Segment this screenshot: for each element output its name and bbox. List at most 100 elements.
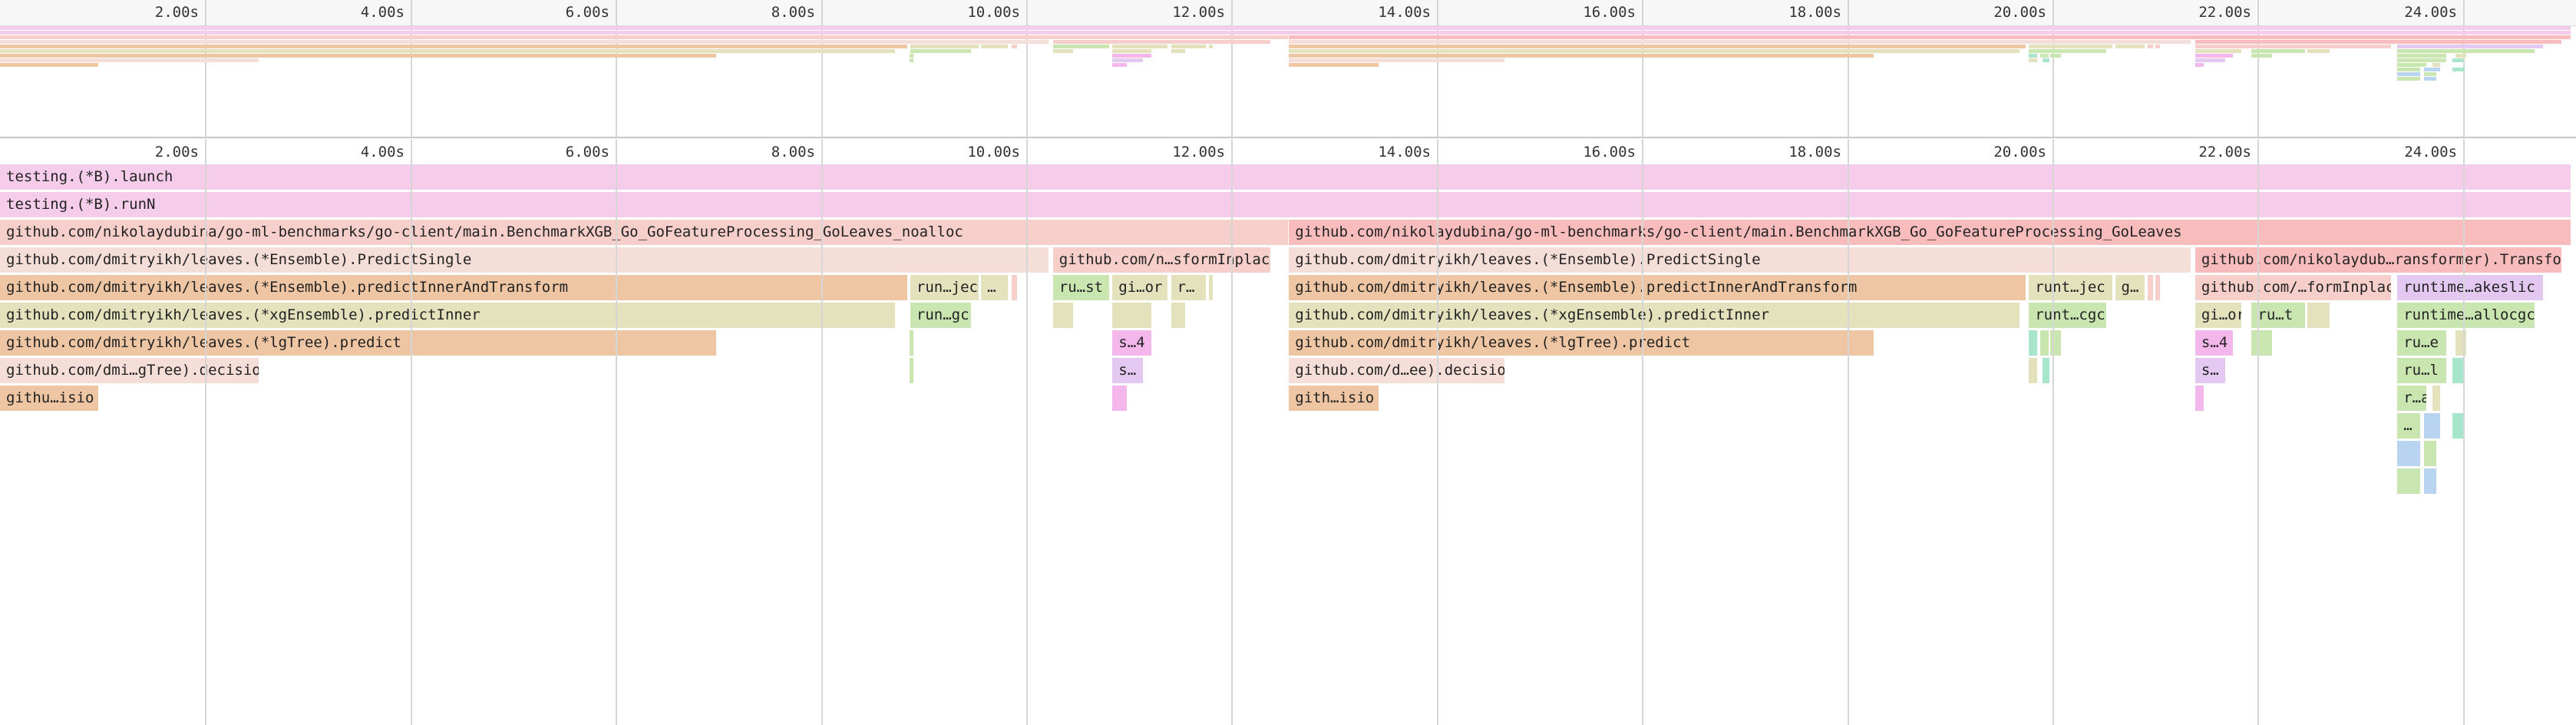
flame-frame[interactable]: s…4 (1112, 330, 1152, 356)
flame-frame[interactable]: s… (2195, 358, 2225, 383)
flame-frame[interactable] (2195, 386, 2204, 411)
flame-frame[interactable]: github.com/nikolaydub…ransformer).Transf… (2195, 247, 2562, 273)
flame-frame[interactable] (2423, 413, 2441, 439)
main-tick-label: 22.00s (2198, 144, 2251, 161)
flame-frame[interactable]: runtime…akeslic (2397, 275, 2544, 300)
overview-frame (2397, 72, 2420, 76)
flame-frame[interactable]: testing.(*B).launch (0, 164, 2571, 190)
main-gridline (1848, 139, 1849, 725)
flame-frame[interactable]: … (981, 275, 1008, 300)
flame-frame[interactable]: github.com/dmitryikh/leaves.(*lgTree).pr… (1289, 330, 1874, 356)
flame-frame[interactable] (1112, 303, 1152, 328)
flame-frame[interactable]: github.com/d…ee).decisio (1289, 358, 1505, 383)
flame-frame[interactable]: testing.(*B).runN (0, 192, 2571, 217)
overview-frame (0, 54, 717, 58)
overview-frame (1112, 58, 1144, 62)
overview-gridline (2053, 0, 2054, 137)
flame-frame[interactable]: gi…or (2195, 303, 2241, 328)
flame-frame[interactable]: gith…isio (1289, 386, 1379, 411)
flame-frame-label: ru…t (2257, 306, 2294, 323)
flame-frame[interactable] (2423, 468, 2437, 494)
flame-frame[interactable] (1052, 303, 1074, 328)
flame-frame[interactable]: github.com/dmitryikh/leaves.(*Ensemble).… (0, 275, 907, 300)
flame-frame[interactable] (2423, 441, 2437, 466)
overview-tick-label: 18.00s (1788, 4, 1841, 21)
overview-frame (1012, 45, 1017, 48)
flame-frame[interactable]: github.com/n…sformInplac (1052, 247, 1271, 273)
flame-frame[interactable]: github.com/dmitryikh/leaves.(*Ensemble).… (1289, 275, 2026, 300)
flame-frame[interactable] (2397, 441, 2420, 466)
main-gridline (2053, 139, 2054, 725)
flame-frame[interactable] (2155, 275, 2161, 300)
flame-frame[interactable] (2397, 468, 2420, 494)
flame-frame[interactable]: github.com/…formInplac (2195, 275, 2392, 300)
overview-frame (2029, 54, 2037, 58)
overview-frame (1171, 49, 1186, 53)
flame-frame[interactable]: ru…e (2397, 330, 2447, 356)
flame-frame[interactable]: ru…st (1052, 275, 1110, 300)
main-time-ruler: 2.00s 4.00s 6.00s 8.00s 10.00s 12.00s 14.00s 16… (0, 139, 2576, 162)
overview-minimap[interactable]: 2.00s 4.00s 6.00s 8.00s 10.00s 12.00s 14.00s 16… (0, 0, 2576, 138)
flame-frame[interactable]: run…jec (910, 275, 979, 300)
flame-frame[interactable]: github.com/dmitryikh/leaves.(*Ensemble).… (0, 247, 1049, 273)
overview-frame (909, 58, 913, 62)
flame-frame[interactable]: run…gc (910, 303, 971, 328)
flame-frame[interactable]: runt…cgc (2029, 303, 2106, 328)
main-gridline (616, 139, 617, 725)
overview-frame (1289, 45, 2026, 48)
flame-frame[interactable]: r… (1171, 275, 1206, 300)
flame-chart[interactable]: testing.(*B).launch testing.(*B).runN gith… (0, 164, 2576, 725)
overview-separator[interactable] (0, 137, 2576, 138)
flame-frame[interactable] (1112, 386, 1127, 411)
flame-frame[interactable] (2029, 330, 2037, 356)
flame-frame-label: ru…e (2403, 334, 2439, 351)
flame-frame[interactable]: s… (1112, 358, 1144, 383)
flame-frame[interactable]: github.com/dmitryikh/leaves.(*lgTree).pr… (0, 330, 717, 356)
flame-frame[interactable] (1012, 275, 1017, 300)
overview-frame (2452, 58, 2463, 62)
flame-frame[interactable]: github.com/nikolaydubina/go-ml-benchmark… (0, 220, 1288, 245)
overview-gridline (616, 0, 617, 137)
flame-frame[interactable]: gi…or (1112, 275, 1168, 300)
flame-frame[interactable] (2039, 330, 2049, 356)
flame-frame[interactable]: s…4 (2195, 330, 2234, 356)
flame-frame[interactable]: ru…t (2251, 303, 2305, 328)
flame-frame-label: g… (2121, 279, 2139, 296)
main-gridline (2257, 139, 2259, 725)
flame-frame[interactable] (1171, 303, 1186, 328)
flame-frame[interactable] (2251, 330, 2273, 356)
flame-frame[interactable]: r…a (2397, 386, 2426, 411)
flame-frame[interactable]: github.com/dmitryikh/leaves.(*xgEnsemble… (0, 303, 895, 328)
flame-frame[interactable] (2042, 358, 2049, 383)
flame-frame[interactable]: runtime…allocgc (2397, 303, 2535, 328)
overview-tick-label: 4.00s (360, 4, 405, 21)
flame-frame[interactable] (909, 330, 913, 356)
flame-frame[interactable]: … (2397, 413, 2420, 439)
flame-frame[interactable]: g… (2115, 275, 2145, 300)
flame-frame[interactable] (2029, 358, 2037, 383)
overview-frame (2050, 54, 2061, 58)
flame-frame[interactable] (909, 358, 913, 383)
overview-frame (2397, 58, 2447, 62)
flame-frame[interactable] (2148, 275, 2153, 300)
overview-tick-label: 24.00s (2404, 4, 2457, 21)
flame-frame[interactable] (1208, 275, 1214, 300)
overview-gridline (1026, 0, 1028, 137)
flame-frame[interactable]: github.com/dmitryikh/leaves.(*Ensemble).… (1289, 247, 2191, 273)
overview-frame (0, 58, 259, 62)
flame-frame[interactable]: runt…jec (2029, 275, 2112, 300)
overview-gridline (1642, 0, 1643, 137)
flame-frame[interactable]: ru…l (2397, 358, 2447, 383)
flame-frame-label: runtime…akeslic (2403, 279, 2535, 296)
flame-frame[interactable]: github.com/nikolaydubina/go-ml-benchmark… (1289, 220, 2571, 245)
flame-frame[interactable] (2432, 386, 2441, 411)
flame-frame[interactable] (2452, 358, 2463, 383)
flame-frame[interactable]: githu…isio (0, 386, 99, 411)
flame-frame[interactable]: github.com/dmi…gTree).decisio (0, 358, 259, 383)
overview-gridline (821, 0, 823, 137)
flame-frame-label: run…jec (916, 279, 978, 296)
flame-frame[interactable] (2307, 303, 2330, 328)
overview-tick-label: 6.00s (565, 4, 609, 21)
flame-frame[interactable] (887, 303, 892, 328)
flame-frame[interactable]: github.com/dmitryikh/leaves.(*xgEnsemble… (1289, 303, 2020, 328)
